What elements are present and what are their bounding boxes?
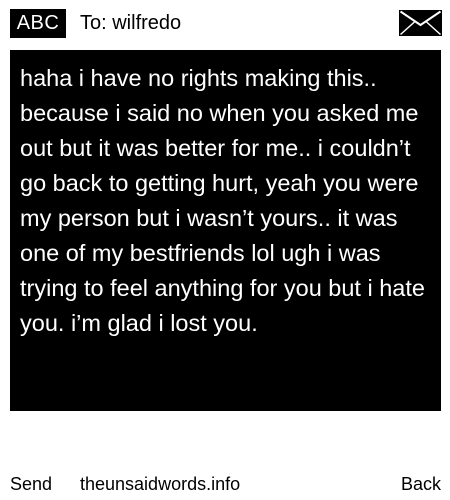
site-link[interactable]: theunsaidwords.info [80,472,240,496]
message-body-box[interactable]: haha i have no rights making this.. beca… [10,50,441,411]
back-button[interactable]: Back [401,472,441,496]
message-header: ABC To: wilfredo [0,0,450,46]
envelope-icon [399,10,442,36]
send-button[interactable]: Send [10,472,52,496]
input-mode-badge[interactable]: ABC [10,9,66,38]
recipient-field[interactable]: To: wilfredo [80,9,181,38]
message-text: haha i have no rights making this.. beca… [20,65,425,336]
